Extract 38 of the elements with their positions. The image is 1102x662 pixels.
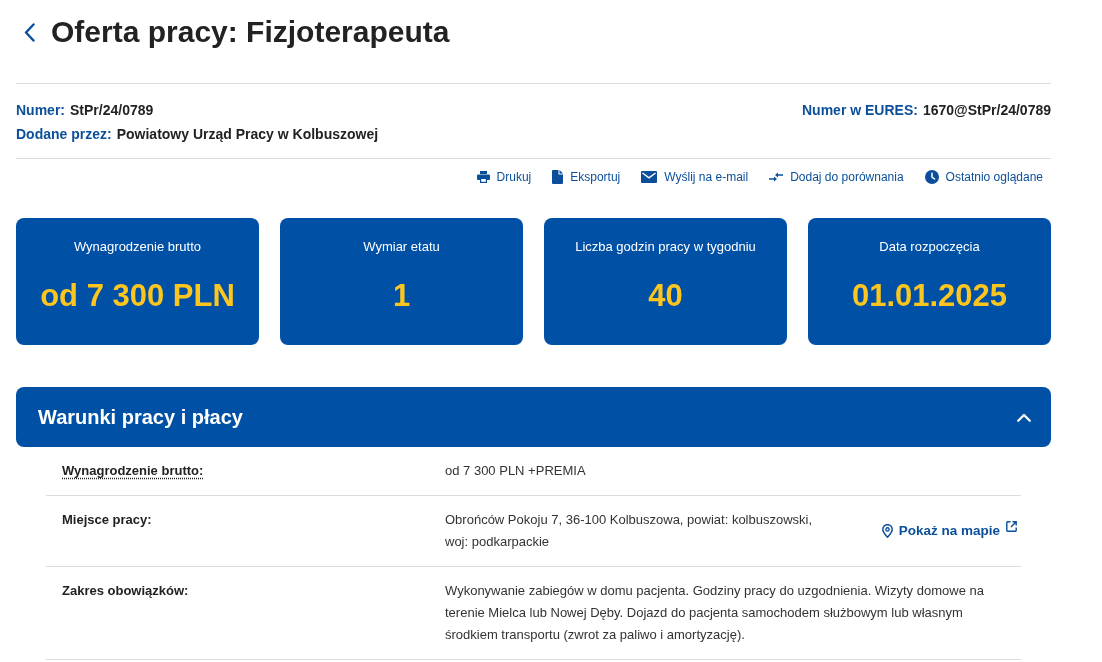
stat-value: 40 [648, 277, 683, 315]
chevron-left-icon [24, 22, 35, 42]
meta-value: StPr/24/0789 [70, 101, 154, 120]
email-button[interactable]: Wyślij na e-mail [641, 168, 749, 186]
compare-button[interactable]: Dodaj do porównania [769, 168, 904, 186]
external-link-icon [1006, 521, 1017, 532]
print-button[interactable]: Drukuj [476, 168, 532, 186]
meta-label: Numer: [16, 101, 65, 120]
section-toggle[interactable]: Warunki pracy i płacy [16, 387, 1051, 447]
meta-label: Dodane przez: [16, 125, 112, 144]
detail-label: Zakres obowiązków: [62, 582, 189, 600]
back-button[interactable] [24, 22, 35, 42]
recently-viewed-button[interactable]: Ostatnio oglądane [924, 168, 1043, 186]
meta-value: 1670@StPr/24/0789 [922, 101, 1051, 120]
stat-value: 01.01.2025 [851, 277, 1008, 315]
detail-label: Wynagrodzenie brutto: [62, 462, 204, 480]
detail-value: Obrońców Pokoju 7, 36-100 Kolbuszowa, powiat: kolbuszowski, woj: podkarpackie [445, 511, 814, 551]
detail-value: Wykonywanie zabiegów w domu pacjenta. Godziny pracy do uzgodnienia. Wizyty domowe na terenie Mielca lub Nowej Dęby. Dojazd do pacjenta samochodem służbowym lub własnym środkiem transportu (zwrot za paliwo i amortyzację). [445, 582, 985, 644]
envelope-icon [641, 171, 658, 183]
export-button[interactable]: Eksportuj [552, 168, 621, 186]
map-link[interactable]: Pokaż na mapie [881, 520, 1017, 542]
chevron-up-icon [1017, 412, 1031, 422]
printer-icon [476, 171, 490, 183]
stat-value: 1 [392, 277, 411, 315]
detail-value: od 7 300 PLN +PREMIA [445, 462, 586, 480]
stat-value: od 7 300 PLN [40, 277, 235, 315]
meta-value: Powiatowy Urząd Pracy w Kolbuszowej [116, 125, 379, 144]
page-title: Oferta pracy: Fizjoterapeuta [51, 14, 450, 50]
arrows-icon [769, 172, 784, 182]
stat-label: Wymiar etatu [363, 238, 440, 256]
file-icon [552, 170, 564, 184]
stat-label: Liczba godzin pracy w tygodniu [575, 238, 756, 256]
clock-icon [924, 170, 939, 184]
map-pin-icon [881, 524, 893, 538]
stat-label: Wynagrodzenie brutto [73, 238, 202, 256]
stat-label: Data rozpoczęcia [879, 238, 980, 256]
meta-label: Numer w EURES: [802, 101, 918, 120]
detail-label: Miejsce pracy: [62, 511, 152, 529]
